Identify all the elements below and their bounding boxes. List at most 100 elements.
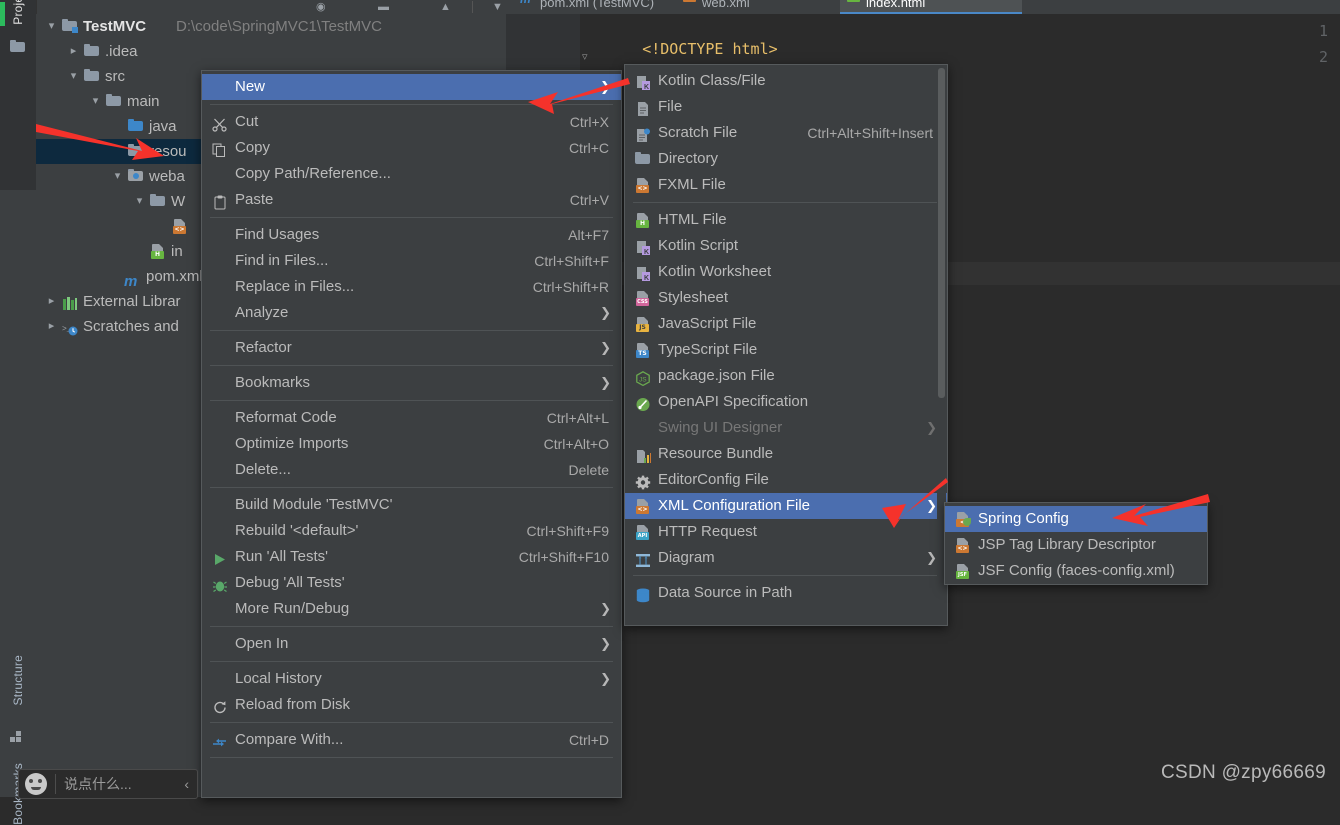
tree-row-idea[interactable]: ▸ .idea [36,39,506,64]
settings-toolbar-icon[interactable]: ◉ [316,0,326,14]
compare-icon [212,733,228,748]
menu-item-local-history[interactable]: Local History ❯ [202,666,621,692]
menu-item-find-usages[interactable]: Find Usages Alt+F7 [202,222,621,248]
chevron-down-icon[interactable]: ▾ [68,64,79,89]
project-toolwindow-label: Project [11,0,25,25]
menu-item-stylesheet[interactable]: CSS Stylesheet [625,285,947,311]
xml-configuration-submenu[interactable]: < Spring Config <> JSP Tag Library Descr… [944,502,1208,585]
menu-item-resource-bundle[interactable]: Resource Bundle [625,441,947,467]
menu-item-more-run-debug[interactable]: More Run/Debug ❯ [202,596,621,622]
menu-item-compare-with[interactable]: Compare With... Ctrl+D [202,727,621,753]
line-number: 2 [1318,48,1328,66]
menu-item-paste[interactable]: Paste Ctrl+V [202,187,621,213]
menu-item-label: Swing UI Designer [658,419,783,436]
menu-item-fxml-file[interactable]: <> FXML File [625,172,947,198]
menu-item-refactor[interactable]: Refactor ❯ [202,335,621,361]
menu-item-debug-all-tests[interactable]: Debug 'All Tests' [202,570,621,596]
menu-item-run-all-tests[interactable]: Run 'All Tests' Ctrl+Shift+F10 [202,544,621,570]
menu-item-xml-configuration-file[interactable]: <> XML Configuration File ❯ [625,493,947,519]
folder-icon [106,94,122,109]
menu-item-reload-from-disk[interactable]: Reload from Disk [202,692,621,718]
tree-label: pom.xml [146,268,203,285]
svg-text:K: K [644,249,649,256]
ts-file-icon: TS [635,343,651,358]
project-context-menu[interactable]: New ❯ Cut Ctrl+X Copy Ctrl+C Copy Path/R… [201,70,622,798]
chevron-right-icon[interactable]: ▸ [68,39,79,64]
menu-item-kotlin-worksheet[interactable]: K Kotlin Worksheet [625,259,947,285]
download-toolbar-icon[interactable]: ▼ [492,0,503,14]
menu-item-label: Cut [235,113,259,130]
tree-row-testmvc[interactable]: ▾ TestMVC D:\code\SpringMVC1\TestMVC [36,14,506,39]
menu-item-delete[interactable]: Delete... Delete [202,457,621,483]
menu-item-cut[interactable]: Cut Ctrl+X [202,109,621,135]
run-icon [212,550,228,565]
tree-label: Scratches and [83,318,179,335]
chevron-right-icon[interactable]: ▸ [46,314,57,339]
menu-item-label: HTML File [658,211,727,228]
maven-icon: m [520,0,534,6]
menu-item-bookmarks[interactable]: Bookmarks ❯ [202,370,621,396]
folder-icon [84,44,100,59]
menu-item-label: Delete... [235,461,291,478]
tree-path-suffix: D:\code\SpringMVC1\TestMVC [176,18,382,35]
menu-separator [633,575,939,576]
menu-item-new[interactable]: New ❯ [202,74,621,100]
menu-item-reformat-code[interactable]: Reformat Code Ctrl+Alt+L [202,405,621,431]
structure-toolwindow-label[interactable]: Structure [11,655,25,706]
structure-icon[interactable] [10,730,24,742]
project-folder-icon [10,40,25,52]
menu-item-diagram[interactable]: Diagram ❯ [625,545,947,571]
menu-item-analyze[interactable]: Analyze ❯ [202,300,621,326]
chevron-right-icon[interactable]: ▸ [46,289,57,314]
menu-item-copy-path-reference[interactable]: Copy Path/Reference... [202,161,621,187]
menu-item-shortcut: Delete [568,462,609,478]
menu-item-spring-config[interactable]: < Spring Config [945,506,1207,532]
menu-item-label: FXML File [658,176,726,193]
upload-toolbar-icon[interactable]: ▲ [440,0,451,14]
menu-item-editorconfig-file[interactable]: EditorConfig File [625,467,947,493]
menu-item-typescript-file[interactable]: TS TypeScript File [625,337,947,363]
collapse-icon[interactable]: ‹ [184,776,189,792]
kotlin-script-icon: K [635,239,651,256]
menu-item-shortcut: Ctrl+D [568,732,609,748]
chevron-down-icon[interactable]: ▾ [134,189,145,214]
editor-tab-webxml[interactable]: <> web.xml [678,0,838,14]
menu-item-label: package.json File [658,367,775,384]
menu-item-label: Refactor [235,339,292,356]
chevron-right-icon: ❯ [926,420,937,435]
menu-item-open-in[interactable]: Open In ❯ [202,631,621,657]
menu-item-build-module[interactable]: Build Module 'TestMVC' [202,492,621,518]
chat-input-widget[interactable]: 说点什么... ‹ [18,769,198,799]
menu-item-data-source-in-path[interactable]: Data Source in Path [625,580,947,606]
menu-item-html-file[interactable]: H HTML File [625,207,947,233]
menu-item-file[interactable]: File [625,94,947,120]
menu-item-label: Kotlin Worksheet [658,263,772,280]
menu-item-kotlin-script[interactable]: K Kotlin Script [625,233,947,259]
kotlin-worksheet-icon: K [635,265,651,282]
new-file-submenu[interactable]: K Kotlin Class/File File Scratch File Ct… [624,64,948,626]
project-toolwindow-button[interactable] [0,0,36,190]
menu-item-openapi-specification[interactable]: OpenAPI Specification [625,389,947,415]
chevron-down-icon[interactable]: ▾ [46,14,57,39]
menu-item-directory[interactable]: Directory [625,146,947,172]
menu-item-optimize-imports[interactable]: Optimize Imports Ctrl+Alt+O [202,431,621,457]
menu-item-jsf-config[interactable]: JSF JSF Config (faces-config.xml) [945,558,1207,584]
menu-item-label: JSP Tag Library Descriptor [978,536,1156,553]
menu-item-packagejson-file[interactable]: JS package.json File [625,363,947,389]
chevron-down-icon[interactable]: ▾ [112,164,123,189]
menu-separator [210,330,613,331]
menu-item-jsp-tag-library-descriptor[interactable]: <> JSP Tag Library Descriptor [945,532,1207,558]
menu-item-replace-in-files[interactable]: Replace in Files... Ctrl+Shift+R [202,274,621,300]
menu-item-shortcut: Ctrl+Alt+L [546,410,609,426]
menu-item-scratch-file[interactable]: Scratch File Ctrl+Alt+Shift+Insert [625,120,947,146]
menu-item-javascript-file[interactable]: JS JavaScript File [625,311,947,337]
menu-item-find-in-files[interactable]: Find in Files... Ctrl+Shift+F [202,248,621,274]
menu-item-label: Paste [235,191,274,208]
menu-item-kotlin-class-file[interactable]: K Kotlin Class/File [625,68,947,94]
code-fold-icon[interactable]: ▿ [582,50,588,63]
menu-item-rebuild[interactable]: Rebuild '<default>' Ctrl+Shift+F9 [202,518,621,544]
menu-item-copy[interactable]: Copy Ctrl+C [202,135,621,161]
menu-item-http-request[interactable]: API HTTP Request [625,519,947,545]
chevron-down-icon[interactable]: ▾ [90,89,101,114]
minimize-toolbar-icon[interactable]: ▬ [378,0,389,14]
